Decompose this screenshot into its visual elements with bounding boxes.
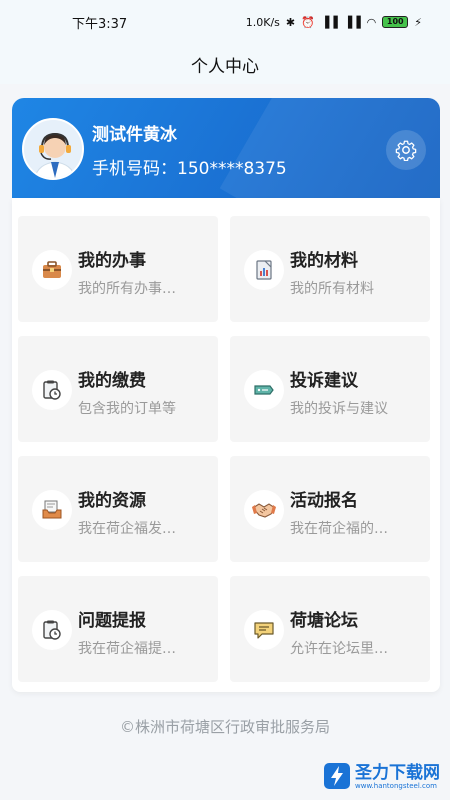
status-time: 下午3:37 xyxy=(72,16,128,32)
menu-item-title: 我的材料 xyxy=(290,251,358,271)
menu-item-title: 我的资源 xyxy=(78,491,146,511)
inbox-icon xyxy=(42,500,62,519)
menu-item-title: 荷塘论坛 xyxy=(290,611,358,631)
clipboard-clock-icon xyxy=(43,380,61,400)
menu-item-subtitle: 我在荷企福提… xyxy=(78,641,176,657)
menu-item-subtitle: 我在荷企福的… xyxy=(290,521,388,537)
handshake-icon xyxy=(252,503,276,518)
user-name: 测试件黄冰 xyxy=(92,125,177,145)
watermark: 圣力下载网 www.hantongsteel.com xyxy=(323,762,440,790)
menu-item-subtitle: 允许在论坛里… xyxy=(290,641,388,657)
menu-item-my-resources[interactable]: 我的资源 我在荷企福发… xyxy=(18,456,218,562)
lightning-logo-icon xyxy=(324,763,350,789)
chat-bubble-icon xyxy=(254,622,274,639)
menu-item-my-materials[interactable]: 我的材料 我的所有材料 xyxy=(230,216,430,322)
menu-grid: 我的办事 我的所有办事… 我的材料 我的所有材料 我的缴费 包含我的订单等 投诉… xyxy=(12,198,440,692)
gear-icon xyxy=(395,140,417,161)
charging-icon: ⚡ xyxy=(414,15,422,29)
menu-item-report-issue[interactable]: 问题提报 我在荷企福提… xyxy=(18,576,218,682)
bluetooth-icon: ✱ xyxy=(285,15,296,29)
status-bar: 下午3:37 1.0K/s ✱ ⏰ ▐▐ ▐▐ ◠ 100 ⚡ xyxy=(0,0,450,44)
signal-icon-2: ▐▐ xyxy=(343,15,361,29)
profile-card: 测试件黄冰 手机号码：150****8375 xyxy=(12,98,440,198)
menu-item-title: 我的缴费 xyxy=(78,371,146,391)
page-title: 个人中心 xyxy=(191,56,259,77)
avatar[interactable] xyxy=(22,118,84,180)
ticket-icon xyxy=(254,385,274,395)
avatar-person-icon xyxy=(24,120,82,178)
menu-item-subtitle: 我的所有办事… xyxy=(78,281,176,297)
menu-item-subtitle: 我在荷企福发… xyxy=(78,521,176,537)
menu-item-subtitle: 我的所有材料 xyxy=(290,281,374,297)
network-speed: 1.0K/s xyxy=(245,15,280,29)
menu-item-subtitle: 包含我的订单等 xyxy=(78,401,176,417)
briefcase-icon xyxy=(43,261,61,278)
battery-icon: 100 xyxy=(382,16,409,28)
menu-item-subtitle: 我的投诉与建议 xyxy=(290,401,388,417)
menu-item-my-payment[interactable]: 我的缴费 包含我的订单等 xyxy=(18,336,218,442)
menu-item-title: 活动报名 xyxy=(290,491,358,511)
wifi-icon: ◠ xyxy=(366,15,377,29)
menu-item-title: 我的办事 xyxy=(78,251,146,271)
footer-copyright: ©株洲市荷塘区行政审批服务局 xyxy=(119,718,330,736)
menu-item-event-signup[interactable]: 活动报名 我在荷企福的… xyxy=(230,456,430,562)
menu-item-title: 问题提报 xyxy=(78,611,146,631)
status-icons: 1.0K/s ✱ ⏰ ▐▐ ▐▐ ◠ 100 ⚡ xyxy=(246,16,422,29)
watermark-text: 圣力下载网 xyxy=(355,762,440,783)
settings-button[interactable] xyxy=(386,130,426,170)
clipboard-clock-icon xyxy=(43,620,61,640)
menu-item-title: 投诉建议 xyxy=(290,371,358,391)
menu-item-complaints[interactable]: 投诉建议 我的投诉与建议 xyxy=(230,336,430,442)
watermark-url: www.hantongsteel.com xyxy=(355,781,437,790)
menu-item-my-affairs[interactable]: 我的办事 我的所有办事… xyxy=(18,216,218,322)
alarm-icon: ⏰ xyxy=(301,15,315,29)
user-phone: 手机号码：150****8375 xyxy=(92,159,287,179)
document-chart-icon xyxy=(256,260,272,280)
signal-icon: ▐▐ xyxy=(320,15,338,29)
nav-bar: 个人中心 xyxy=(0,44,450,84)
menu-item-forum[interactable]: 荷塘论坛 允许在论坛里… xyxy=(230,576,430,682)
